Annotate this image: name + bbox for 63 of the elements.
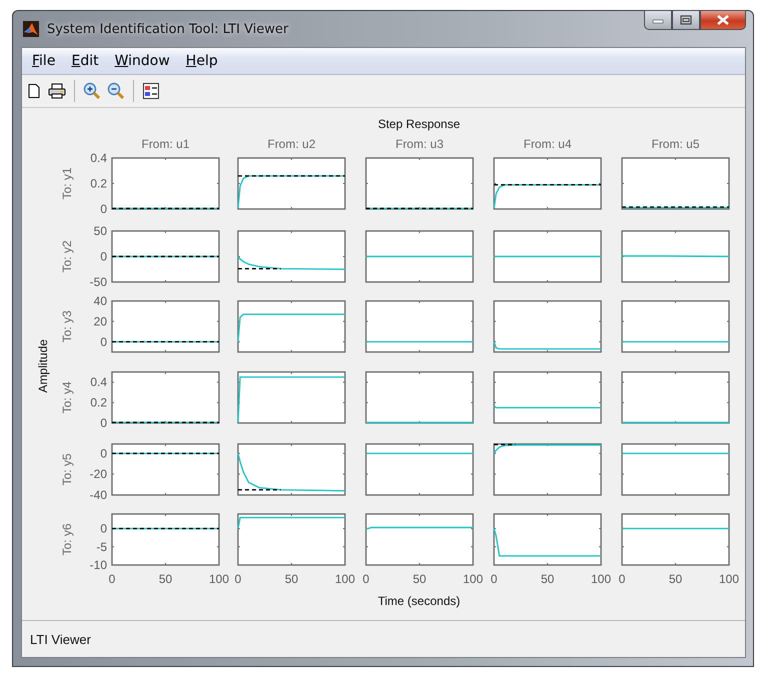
input-label: From: u2 [268,137,316,151]
output-label: To: y4 [60,382,74,414]
zoom-out-icon[interactable] [105,80,127,102]
close-button[interactable] [700,10,746,30]
tick-label: -10 [90,558,107,572]
output-label: To: y3 [60,310,74,342]
zoom-in-icon[interactable] [81,80,103,102]
tick-label: 50 [94,224,107,238]
tick-label: 100 [208,572,230,586]
app-logo-icon [23,21,39,37]
maximize-icon [680,15,692,25]
input-label: From: u1 [142,137,190,151]
output-label: To: y5 [60,454,74,486]
tick-label: 0 [108,572,116,586]
tick-label: 0 [100,446,107,460]
tick-label: 50 [284,572,298,586]
tick-label: 50 [158,572,172,586]
printer-icon[interactable] [46,81,68,101]
tick-label: 0.2 [90,396,107,410]
tick-label: 0 [490,572,498,586]
tick-label: 0 [100,522,107,536]
output-label: To: y1 [60,168,74,200]
tick-label: 0.4 [90,151,107,165]
chart-title: Step Response [378,117,460,131]
menu-item[interactable]: Window [106,53,178,69]
output-label: To: y2 [60,240,74,272]
window-title: System Identification Tool: LTI Viewer [47,22,288,36]
tick-label: 0 [618,572,626,586]
status-text: LTI Viewer [30,632,91,646]
tick-label: 0 [100,250,107,264]
input-label: From: u5 [652,137,700,151]
output-label: To: y6 [60,524,74,556]
tick-label: 40 [94,294,107,308]
menu-item[interactable]: Edit [63,53,107,69]
tick-label: 0 [100,334,107,349]
axis-label: Amplitude [36,339,50,393]
tick-label: 50 [412,572,426,586]
input-label: From: u4 [524,137,572,151]
minimize-button[interactable] [644,10,672,30]
tick-label: -20 [90,467,107,482]
tick-label: 0 [100,202,107,216]
tick-label: 0.2 [90,176,107,190]
tick-label: -50 [90,275,107,289]
tick-label: -40 [90,488,107,502]
tick-label: 100 [462,572,484,586]
close-icon [716,15,730,25]
menu-item[interactable]: Help [178,53,226,69]
menu-item[interactable]: File [24,53,64,69]
input-label: From: u3 [396,137,444,151]
tick-label: 0.4 [90,375,107,390]
tick-label: 50 [540,572,554,586]
tick-label: 50 [668,572,682,586]
tick-label: 100 [334,572,356,586]
tick-label: 20 [94,314,107,328]
maximize-button[interactable] [672,10,700,30]
tick-label: 0 [100,416,107,430]
tick-label: -5 [96,540,107,554]
legend-icon[interactable] [140,80,162,102]
tick-label: 0 [234,572,242,586]
axis-label: Time (seconds) [378,594,460,608]
tick-label: 0 [362,572,370,586]
tick-label: 100 [590,572,612,586]
tick-label: 100 [718,572,740,586]
